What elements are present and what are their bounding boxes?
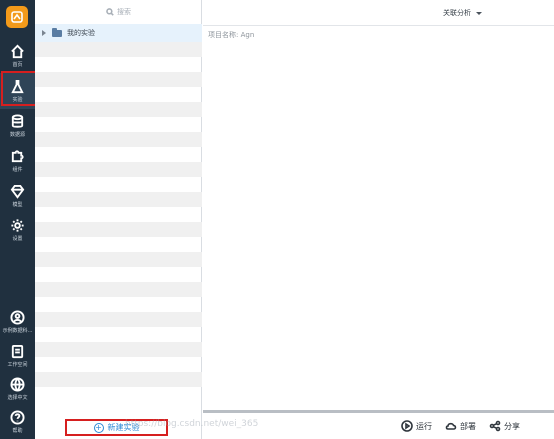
nav-item-label: 设置 bbox=[12, 236, 23, 242]
tree-item-my-experiments[interactable]: 我的实验 bbox=[35, 24, 202, 42]
list-row-stripe bbox=[35, 372, 202, 387]
nav-item-settings[interactable]: 设置 bbox=[0, 212, 35, 248]
list-row-stripe bbox=[35, 192, 202, 207]
play-icon bbox=[401, 420, 413, 432]
nav-item-label: 首页 bbox=[12, 62, 23, 68]
new-experiment-button[interactable]: + 新建实验 bbox=[65, 419, 168, 436]
bottom-action-bar: 运行 部署 分享 bbox=[203, 413, 554, 439]
diamond-icon bbox=[10, 184, 25, 199]
nav-item-workspace[interactable]: 工作空间 bbox=[0, 338, 35, 374]
new-experiment-label: 新建实验 bbox=[107, 423, 140, 432]
nav-item-home[interactable]: 首页 bbox=[0, 38, 35, 74]
share-button[interactable]: 分享 bbox=[489, 420, 520, 432]
run-label: 运行 bbox=[416, 421, 432, 431]
list-row-stripe bbox=[35, 282, 202, 297]
help-icon bbox=[10, 410, 25, 425]
globe-icon bbox=[10, 377, 25, 392]
nav-item-label: 选择中文 bbox=[7, 395, 28, 401]
relate-analysis-dropdown[interactable]: 关联分析 bbox=[443, 8, 482, 18]
puzzle-icon bbox=[11, 150, 24, 163]
nav-item-datasource[interactable]: 数据源 bbox=[0, 108, 35, 144]
app-window: 首页 实验 数据源 组件 模型 设置 示例数据科... 工作空间 选择中文 帮助… bbox=[0, 0, 554, 439]
home-icon bbox=[11, 44, 24, 59]
list-row-stripe bbox=[35, 252, 202, 267]
search-box[interactable]: 搜索 bbox=[35, 4, 202, 20]
nav-item-label: 数据源 bbox=[9, 132, 25, 138]
nav-item-help[interactable]: 帮助 bbox=[0, 404, 35, 439]
nav-item-language[interactable]: 选择中文 bbox=[0, 371, 35, 407]
nav-item-label: 帮助 bbox=[12, 428, 23, 434]
search-placeholder: 搜索 bbox=[117, 8, 131, 16]
list-row-stripe bbox=[35, 342, 202, 357]
list-row-stripe bbox=[35, 312, 202, 327]
list-row-stripe bbox=[35, 162, 202, 177]
share-label: 分享 bbox=[504, 421, 520, 431]
deploy-label: 部署 bbox=[460, 421, 476, 431]
chevron-down-icon bbox=[476, 11, 482, 15]
nav-item-component[interactable]: 组件 bbox=[0, 143, 35, 179]
deploy-button[interactable]: 部署 bbox=[445, 420, 476, 432]
expand-arrow-icon[interactable] bbox=[42, 30, 46, 36]
project-name-label: 项目名称: Agn bbox=[208, 31, 255, 39]
database-icon bbox=[11, 114, 24, 128]
top-toolbar: 关联分析 bbox=[203, 0, 554, 26]
user-icon bbox=[10, 310, 25, 325]
document-icon bbox=[11, 344, 24, 359]
experiment-canvas: 关联分析 项目名称: Agn 运行 部署 分享 bbox=[203, 0, 554, 439]
cloud-icon bbox=[445, 422, 457, 430]
plus-circle-icon: + bbox=[93, 422, 104, 433]
nav-item-user[interactable]: 示例数据科... bbox=[0, 304, 35, 340]
run-button[interactable]: 运行 bbox=[401, 420, 432, 432]
app-logo[interactable] bbox=[6, 6, 28, 28]
list-row-stripe bbox=[35, 132, 202, 147]
gear-icon bbox=[11, 219, 24, 232]
nav-rail: 首页 实验 数据源 组件 模型 设置 示例数据科... 工作空间 选择中文 帮助 bbox=[0, 0, 35, 439]
list-row-stripe bbox=[35, 72, 202, 87]
tree-item-label: 我的实验 bbox=[67, 29, 95, 37]
nav-item-label: 示例数据科... bbox=[2, 328, 33, 334]
active-highlight-frame bbox=[1, 71, 38, 106]
share-icon bbox=[489, 420, 501, 432]
list-row-stripe bbox=[35, 102, 202, 117]
nav-item-label: 组件 bbox=[12, 167, 23, 173]
nav-item-label: 模型 bbox=[12, 202, 23, 208]
tree-list bbox=[35, 42, 202, 412]
nav-item-model[interactable]: 模型 bbox=[0, 178, 35, 214]
experiment-tree-panel: 搜索 我的实验 + 新建实验 bbox=[35, 0, 202, 439]
logo-icon bbox=[11, 11, 23, 23]
search-icon bbox=[106, 8, 114, 16]
folder-icon bbox=[52, 27, 62, 37]
list-row-stripe bbox=[35, 222, 202, 237]
list-row-stripe bbox=[35, 42, 202, 57]
nav-item-label: 工作空间 bbox=[7, 362, 28, 368]
dropdown-label: 关联分析 bbox=[443, 9, 471, 17]
